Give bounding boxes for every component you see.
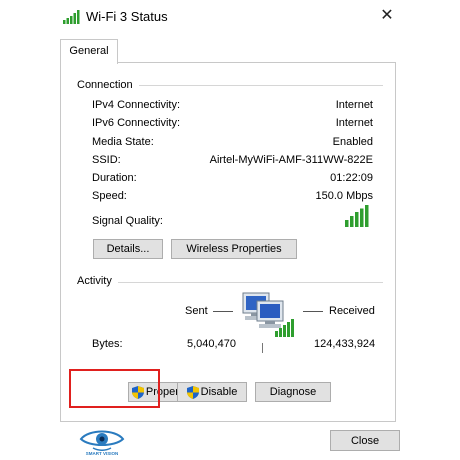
connection-group-label: Connection xyxy=(77,79,139,91)
wireless-properties-button[interactable]: Wireless Properties xyxy=(171,239,297,259)
bytes-divider xyxy=(262,343,263,353)
diagnose-button[interactable]: Diagnose xyxy=(255,382,331,402)
close-icon: ✕ xyxy=(380,7,394,24)
sent-line xyxy=(213,311,233,312)
smart-vision-logo: SMART VISION xyxy=(73,427,131,460)
bytes-label: Bytes: xyxy=(92,338,123,350)
media-state-value: Enabled xyxy=(332,136,373,148)
general-tab-panel: Connection IPv4 Connectivity: Internet I… xyxy=(60,62,396,422)
disable-button[interactable]: Disable xyxy=(177,382,247,402)
network-computers-icon xyxy=(242,292,294,337)
received-line xyxy=(303,311,323,312)
ipv6-value: Internet xyxy=(335,117,373,129)
properties-highlight-box xyxy=(69,369,160,408)
duration-label: Duration: xyxy=(92,172,137,184)
uac-shield-icon xyxy=(186,385,199,399)
signal-strength-icon xyxy=(345,205,369,227)
ssid-label: SSID: xyxy=(92,154,121,166)
received-label: Received xyxy=(329,305,375,317)
title-bar: Wi-Fi 3 Status ✕ xyxy=(52,0,408,34)
activity-group-label: Activity xyxy=(77,275,118,287)
close-window-button[interactable]: ✕ xyxy=(376,5,398,27)
bytes-received-value: 124,433,924 xyxy=(314,338,376,350)
ipv6-label: IPv6 Connectivity: xyxy=(92,117,181,129)
close-button[interactable]: Close xyxy=(330,430,400,451)
speed-value: 150.0 Mbps xyxy=(315,190,373,202)
ipv4-label: IPv4 Connectivity: xyxy=(92,99,181,111)
ssid-value: Airtel-MyWiFi-AMF-311WW-822E xyxy=(209,154,373,166)
duration-value: 01:22:09 xyxy=(330,172,373,184)
activity-divider xyxy=(77,282,383,283)
window-title: Wi-Fi 3 Status xyxy=(86,9,168,24)
sent-label: Sent xyxy=(185,305,208,317)
wifi-signal-icon xyxy=(63,10,80,24)
bytes-sent-value: 5,040,470 xyxy=(187,338,236,350)
logo-text: SMART VISION xyxy=(85,451,119,456)
media-state-label: Media State: xyxy=(92,136,154,148)
ipv4-value: Internet xyxy=(335,99,373,111)
eye-logo-icon xyxy=(79,430,125,451)
speed-label: Speed: xyxy=(92,190,127,202)
signal-quality-label: Signal Quality: xyxy=(92,215,163,227)
disable-button-label: Disable xyxy=(200,386,238,398)
details-button[interactable]: Details... xyxy=(93,239,163,259)
tab-general[interactable]: General xyxy=(60,39,118,64)
